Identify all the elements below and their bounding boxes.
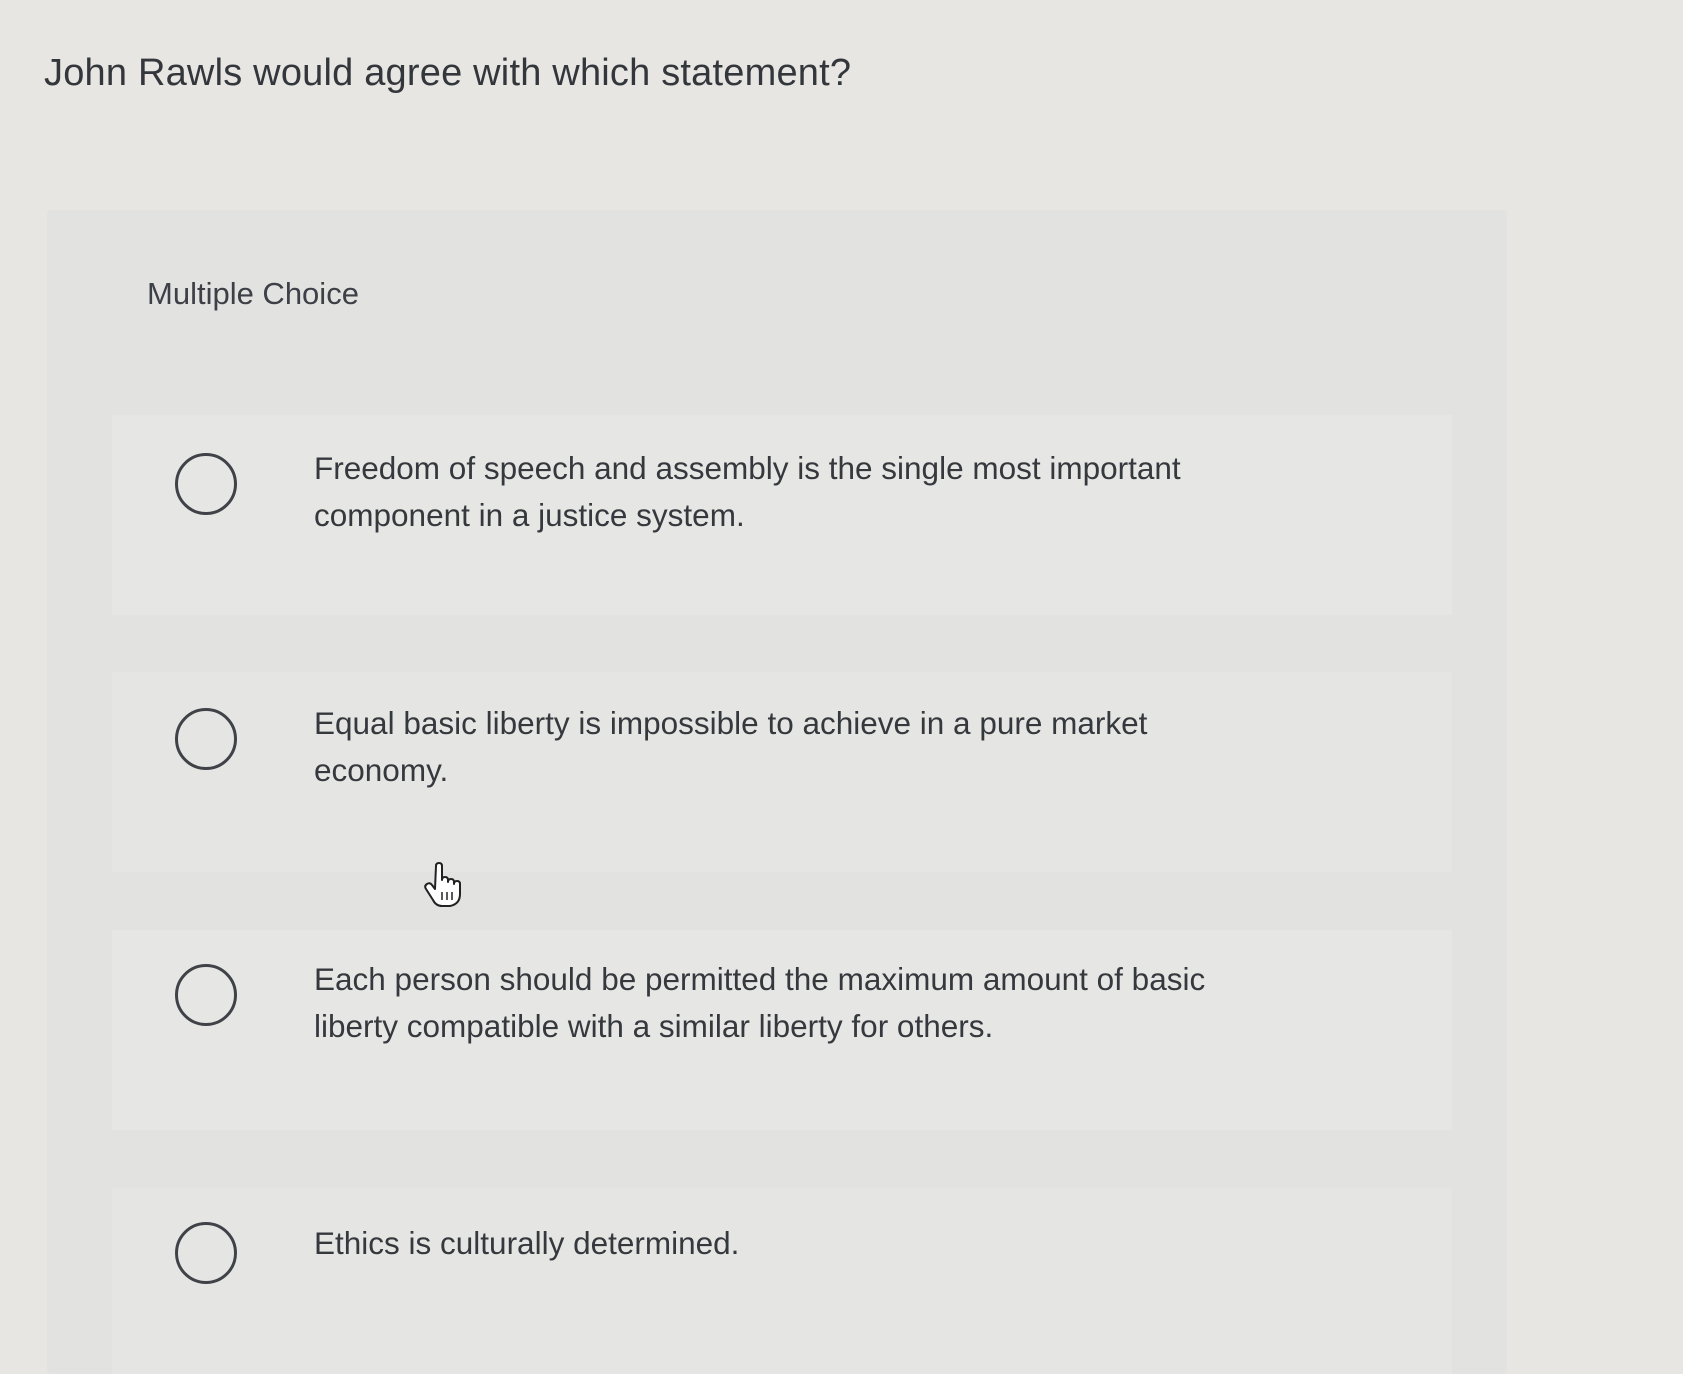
choice-option-3[interactable]: Each person should be permitted the maxi…: [112, 930, 1452, 1130]
choice-option-1[interactable]: Freedom of speech and assembly is the si…: [112, 415, 1452, 615]
option-3-text[interactable]: Each person should be permitted the maxi…: [314, 956, 1214, 1050]
choice-option-2[interactable]: Equal basic liberty is impossible to ach…: [112, 672, 1452, 872]
radio-button-option-4[interactable]: [175, 1222, 237, 1284]
radio-button-option-1[interactable]: [175, 453, 237, 515]
option-2-text[interactable]: Equal basic liberty is impossible to ach…: [314, 700, 1214, 794]
choice-option-4[interactable]: Ethics is culturally determined.: [112, 1188, 1452, 1374]
option-1-text[interactable]: Freedom of speech and assembly is the si…: [314, 445, 1274, 539]
option-4-text[interactable]: Ethics is culturally determined.: [314, 1220, 1274, 1267]
hand-pointer-icon: [424, 862, 461, 907]
question-title: John Rawls would agree with which statem…: [44, 52, 852, 94]
multiple-choice-panel: Multiple Choice Freedom of speech and as…: [47, 210, 1507, 1374]
multiple-choice-label: Multiple Choice: [147, 276, 359, 311]
radio-button-option-2[interactable]: [175, 708, 237, 770]
radio-button-option-3[interactable]: [175, 964, 237, 1026]
